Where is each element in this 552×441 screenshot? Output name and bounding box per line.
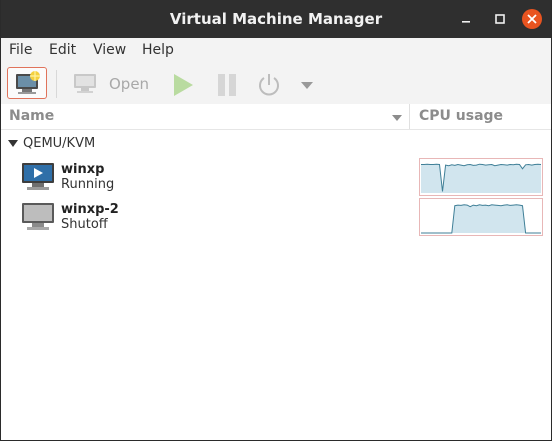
expander-icon[interactable] (8, 140, 18, 148)
vm-row[interactable]: winxp Running (1, 158, 551, 198)
vm-shutoff-icon (22, 203, 54, 230)
column-separator (409, 104, 410, 129)
vm-running-icon (22, 163, 54, 190)
toolbar: Open (1, 64, 551, 105)
connection-row[interactable]: QEMU/KVM (1, 132, 551, 154)
connection-label: QEMU/KVM (23, 136, 96, 151)
minimize-icon[interactable] (454, 7, 478, 31)
toolbar-separator (56, 70, 57, 98)
vm-row[interactable]: winxp-2 Shutoff (1, 198, 551, 238)
maximize-icon[interactable] (488, 7, 512, 31)
cpu-sparkline (421, 163, 541, 193)
cpu-usage-graph (419, 158, 543, 196)
new-vm-button[interactable] (7, 67, 47, 99)
list-header: Name CPU usage (1, 104, 551, 130)
sort-arrow-icon[interactable] (391, 114, 403, 122)
menu-bar: File Edit View Help (1, 38, 551, 64)
run-icon[interactable] (170, 72, 196, 98)
menu-edit[interactable]: Edit (49, 42, 76, 58)
vm-state: Running (61, 177, 115, 192)
vm-state: Shutoff (61, 217, 108, 232)
column-header-name[interactable]: Name (9, 108, 54, 124)
close-icon[interactable] (520, 7, 544, 31)
power-icon[interactable] (256, 72, 282, 98)
cpu-sparkline (421, 204, 541, 234)
menu-file[interactable]: File (9, 42, 32, 58)
new-vm-icon (16, 71, 40, 94)
dropdown-icon[interactable] (299, 79, 315, 91)
app-window: Virtual Machine Manager File Edit View H… (0, 0, 552, 441)
vm-name: winxp (61, 162, 105, 177)
menu-help[interactable]: Help (142, 42, 174, 58)
title-bar: Virtual Machine Manager (1, 0, 551, 38)
monitor-icon[interactable] (73, 73, 97, 95)
pause-icon[interactable] (215, 72, 239, 98)
cpu-usage-graph (419, 198, 543, 236)
vm-name: winxp-2 (61, 202, 119, 217)
menu-view[interactable]: View (93, 42, 126, 58)
open-button[interactable]: Open (109, 75, 149, 93)
column-header-cpu-usage[interactable]: CPU usage (419, 108, 503, 124)
